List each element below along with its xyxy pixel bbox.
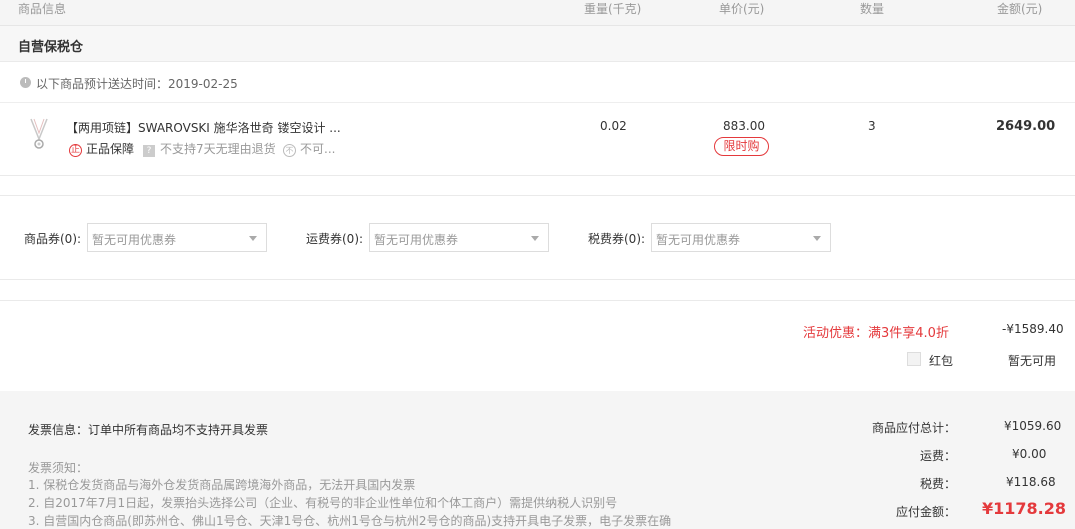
divider bbox=[0, 300, 1075, 301]
shipping-coupon-label: 运费券(0): bbox=[306, 232, 364, 246]
chevron-down-icon bbox=[531, 236, 539, 241]
total-value: ¥1178.28 bbox=[982, 499, 1067, 518]
tax-value: ¥118.68 bbox=[1006, 475, 1056, 489]
service-no-return: 不支持7天无理由退货 bbox=[160, 142, 276, 156]
cart-item-row: 【两用项链】SWAROVSKI 施华洛世奇 镂空设计 ... 正 正品保障 ? … bbox=[0, 103, 1075, 175]
item-quantity: 3 bbox=[868, 119, 876, 133]
col-product-header: 商品信息 bbox=[18, 2, 67, 16]
redpacket-label: 红包 bbox=[929, 354, 954, 368]
shipping-value: ¥0.00 bbox=[1012, 447, 1047, 461]
invoice-note: 3. 自营国内仓商品(即苏州仓、佛山1号仓、天津1号仓、杭州1号仓与杭州2号仓的… bbox=[28, 514, 672, 528]
chevron-down-icon bbox=[249, 236, 257, 241]
service-authentic: 正品保障 bbox=[86, 142, 135, 156]
invoice-note: 2. 自2017年7月1日起，发票抬头选择公司（企业、有税号的非企业性单位和个体… bbox=[28, 496, 618, 510]
delivery-estimate: 以下商品预计送达时间：2019-02-25 bbox=[0, 62, 1075, 103]
tax-label: 税费： bbox=[920, 477, 957, 491]
warehouse-title: 自营保税仓 bbox=[18, 40, 84, 55]
divider bbox=[0, 195, 1075, 196]
question-icon[interactable]: ? bbox=[143, 145, 155, 157]
invoice-note: 1. 保税仓发货商品与海外仓发货商品属跨境海外商品，无法开具国内发票 bbox=[28, 478, 416, 492]
invoice-info: 发票信息：订单中所有商品均不支持开具发票 bbox=[28, 423, 269, 437]
col-price-header: 单价(元) bbox=[719, 2, 765, 16]
necklace-thumbnail[interactable] bbox=[27, 117, 51, 153]
item-title-link[interactable]: 【两用项链】SWAROVSKI 施华洛世奇 镂空设计 ... bbox=[66, 119, 341, 136]
flash-sale-tag: 限时购 bbox=[714, 137, 769, 156]
total-label: 应付金额： bbox=[896, 505, 957, 519]
subtotal-value: ¥1059.60 bbox=[1004, 419, 1062, 433]
item-weight: 0.02 bbox=[600, 119, 627, 133]
shipping-label: 运费： bbox=[920, 449, 957, 463]
authentic-guarantee-icon: 正 bbox=[69, 144, 82, 157]
redpacket-value: 暂无可用 bbox=[1008, 354, 1057, 368]
warehouse-section-title: 自营保税仓 bbox=[0, 26, 1075, 62]
no-service-icon: 不 bbox=[283, 144, 296, 157]
product-coupon-label: 商品券(0): bbox=[24, 232, 82, 246]
clock-icon bbox=[20, 77, 31, 88]
redpacket-checkbox[interactable] bbox=[907, 352, 921, 366]
col-amount-header: 金额(元) bbox=[997, 2, 1043, 16]
invoice-notice-title: 发票须知： bbox=[28, 461, 89, 475]
subtotal-label: 商品应付总计： bbox=[872, 421, 957, 435]
tax-coupon-select[interactable]: 暂无可用优惠券 bbox=[651, 223, 831, 252]
chevron-down-icon bbox=[813, 236, 821, 241]
shipping-coupon-value: 暂无可用优惠券 bbox=[374, 233, 459, 247]
col-qty-header: 数量 bbox=[860, 2, 885, 16]
cart-table-header: 商品信息 重量(千克) 单价(元) 数量 金额(元) bbox=[0, 0, 1075, 26]
promo-label: 活动优惠：满3件享4.0折 bbox=[803, 326, 949, 341]
shipping-coupon-select[interactable]: 暂无可用优惠券 bbox=[369, 223, 549, 252]
col-weight-header: 重量(千克) bbox=[584, 2, 642, 16]
product-coupon-value: 暂无可用优惠券 bbox=[92, 233, 177, 247]
divider bbox=[0, 279, 1075, 280]
tax-coupon-label: 税费券(0): bbox=[588, 232, 646, 246]
service-more[interactable]: 不可... bbox=[300, 140, 335, 157]
item-amount: 2649.00 bbox=[996, 119, 1056, 134]
divider bbox=[0, 175, 1075, 176]
tax-coupon-value: 暂无可用优惠券 bbox=[656, 233, 741, 247]
promo-discount-value: -¥1589.40 bbox=[1002, 322, 1064, 336]
item-unit-price: 883.00 bbox=[723, 119, 765, 133]
delivery-text: 以下商品预计送达时间：2019-02-25 bbox=[36, 77, 238, 91]
product-coupon-select[interactable]: 暂无可用优惠券 bbox=[87, 223, 267, 252]
